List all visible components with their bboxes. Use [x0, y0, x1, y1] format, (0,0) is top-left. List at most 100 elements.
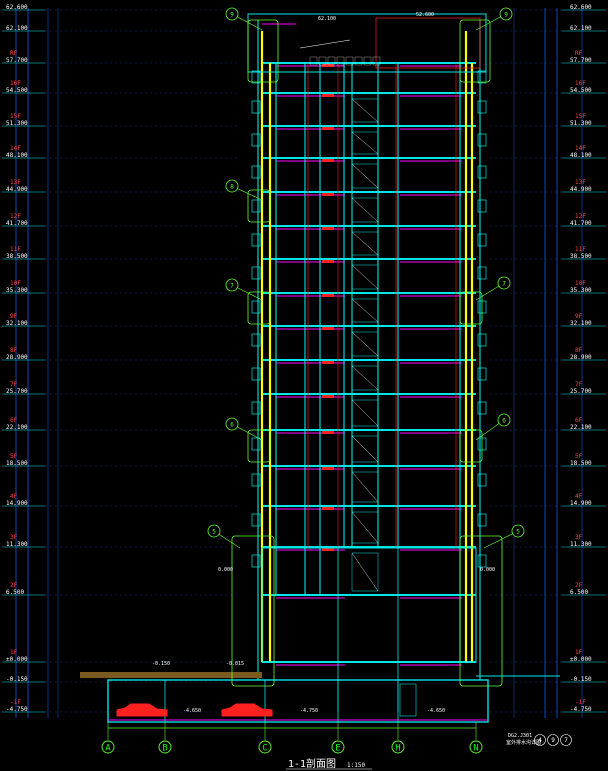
ground-left-level: -0.150 [152, 661, 170, 667]
level-floor-left: RF [10, 50, 18, 57]
level-elevation-right: -0.150 [570, 676, 592, 683]
callout-number: 6 [502, 418, 506, 425]
callout-number: 7 [230, 283, 234, 290]
basement-level-c: -4.650 [427, 708, 445, 714]
beam-section [322, 227, 334, 230]
top-level-b: 52.600 [416, 12, 434, 18]
level-elevation-left: 62.100 [6, 25, 28, 32]
level-elevation-left: 54.500 [6, 87, 28, 94]
level-elevation-left: 51.300 [6, 120, 28, 127]
level-elevation-right: 54.500 [570, 87, 592, 94]
level-elevation-right: 38.500 [570, 253, 592, 260]
beam-section [322, 507, 334, 510]
level-floor-left: 16F [10, 80, 21, 87]
level-floor-left: 4F [10, 493, 18, 500]
callout-number: 6 [230, 422, 234, 429]
level-elevation-left: 35.300 [6, 287, 28, 294]
beam-section [322, 193, 334, 196]
level-elevation-right: 18.500 [570, 460, 592, 467]
level-elevation-left: 57.700 [6, 57, 28, 64]
level-floor-left: 6F [10, 417, 18, 424]
level-elevation-right: 62.100 [570, 25, 592, 32]
level-elevation-right: 51.300 [570, 120, 592, 127]
level-elevation-right: 48.100 [570, 152, 592, 159]
level-elevation-right: 32.100 [570, 320, 592, 327]
level-floor-right: 7F [575, 381, 583, 388]
level-elevation-left: 22.100 [6, 424, 28, 431]
callout-number: 5 [212, 529, 216, 536]
detail-ref-number: 9 [551, 737, 555, 744]
level-floor-right: 3F [575, 534, 583, 541]
level-floor-right: 9F [575, 313, 583, 320]
callout-number: 8 [230, 184, 234, 191]
level-elevation-left: 32.100 [6, 320, 28, 327]
level-elevation-left: -4.750 [6, 706, 28, 713]
detail-reference: DG2.J301 [508, 733, 532, 739]
beam-section [322, 431, 334, 434]
level-floor-left: 12F [10, 213, 21, 220]
callout-number: 9 [504, 12, 508, 19]
level-floor-left: 1F [10, 649, 18, 656]
beam-section [322, 361, 334, 364]
level-elevation-right: 28.900 [570, 354, 592, 361]
beam-section [322, 327, 334, 330]
ground-fill [80, 672, 262, 678]
level-floor-left: 14F [10, 145, 21, 152]
level-floor-right: 2F [575, 582, 583, 589]
level-floor-right: 6F [575, 417, 583, 424]
callout-number: 9 [230, 12, 234, 19]
level-elevation-left: 25.700 [6, 388, 28, 395]
beam-section [322, 94, 334, 97]
drawing-scale: 1:150 [347, 762, 365, 769]
detail-ref-number: 7 [564, 737, 568, 744]
axis-label: A [105, 744, 111, 754]
background [0, 0, 608, 771]
beam-section [322, 127, 334, 130]
level-floor-right: 10F [575, 280, 586, 287]
level-floor-right: 14F [575, 145, 586, 152]
section-drawing-canvas: 62.60062.10057.700RF54.50016F51.30015F48… [0, 0, 608, 771]
level-floor-left: 3F [10, 534, 18, 541]
level-floor-right: 4F [575, 493, 583, 500]
level-elevation-right: 25.700 [570, 388, 592, 395]
level-elevation-left: 48.100 [6, 152, 28, 159]
beam-section [322, 260, 334, 263]
level-elevation-right: 41.700 [570, 220, 592, 227]
level-elevation-left: 41.700 [6, 220, 28, 227]
level-floor-left: 10F [10, 280, 21, 287]
beam-section [322, 467, 334, 470]
level-floor-left: 15F [10, 113, 21, 120]
level-elevation-right: 62.600 [570, 4, 592, 11]
level-elevation-left: 11.300 [6, 541, 28, 548]
axis-label: B [162, 744, 167, 754]
axis-label: E [335, 744, 340, 754]
inner-zero-level-right: 0.000 [480, 567, 495, 573]
basement-level-b: -4.750 [300, 708, 318, 714]
level-floor-left: 9F [10, 313, 18, 320]
level-floor-right: 15F [575, 113, 586, 120]
level-elevation-right: ±0.000 [570, 656, 592, 663]
callout-number: 5 [516, 529, 520, 536]
axis-label: N [473, 744, 478, 754]
level-elevation-left: 28.900 [6, 354, 28, 361]
level-floor-left: 7F [10, 381, 18, 388]
basement-level-a: -4.650 [183, 708, 201, 714]
axis-label: C [262, 744, 267, 754]
beam-section [322, 395, 334, 398]
level-elevation-right: 35.300 [570, 287, 592, 294]
level-elevation-right: 22.100 [570, 424, 592, 431]
level-floor-right: 1F [575, 649, 583, 656]
level-elevation-right: -4.750 [570, 706, 592, 713]
level-elevation-right: 11.300 [570, 541, 592, 548]
beam-section [322, 294, 334, 297]
level-elevation-left: 38.500 [6, 253, 28, 260]
level-floor-left: 11F [10, 246, 21, 253]
detail-note: 室外排水沟详图 [506, 739, 541, 746]
level-floor-right: 13F [575, 179, 586, 186]
level-floor-left: -1F [10, 699, 21, 706]
level-elevation-left: 18.500 [6, 460, 28, 467]
level-elevation-right: 14.900 [570, 500, 592, 507]
drawing-title: 1-1剖面图 [288, 757, 336, 770]
top-level-a: 62.100 [318, 16, 336, 22]
level-elevation-right: 57.700 [570, 57, 592, 64]
